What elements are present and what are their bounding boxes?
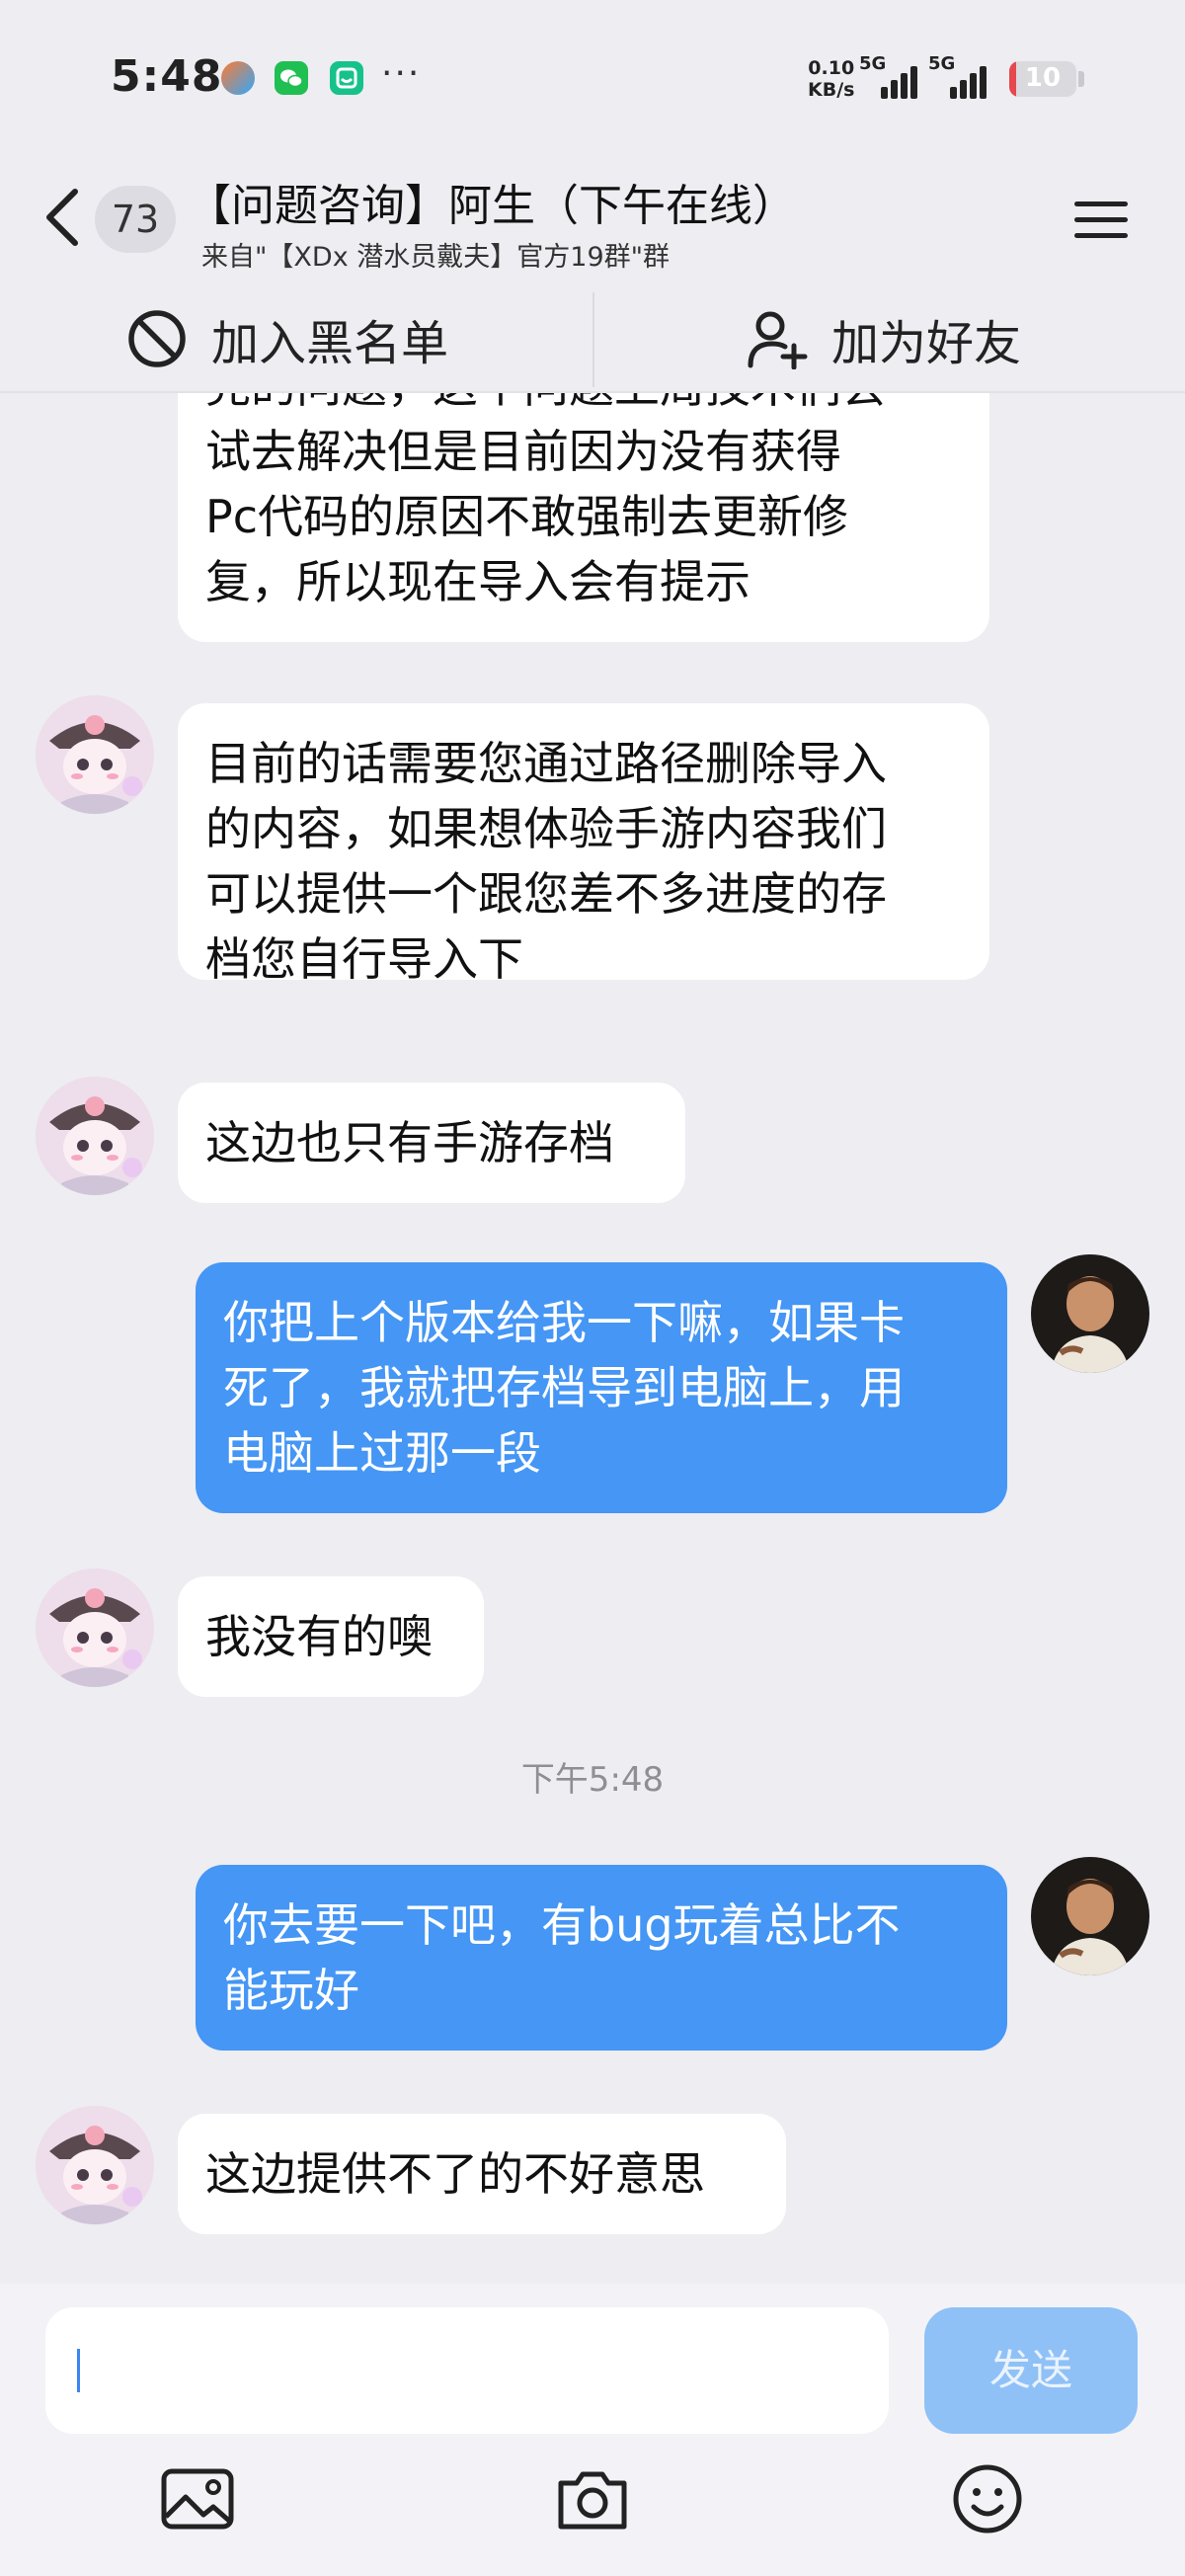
chevron-left-icon xyxy=(46,189,78,246)
input-bar: 发送 xyxy=(0,2284,1185,2576)
message-bubble[interactable]: 这边提供不了的不好意思 xyxy=(178,2114,786,2234)
message-line: 档您自行导入下 xyxy=(205,932,523,986)
status-time: 5:48 xyxy=(111,51,223,102)
my-avatar[interactable] xyxy=(1031,1254,1149,1373)
image-picker-button[interactable] xyxy=(158,2459,237,2538)
contact-avatar[interactable] xyxy=(36,1077,154,1195)
status-bar: 5:48 ··· 0.10 KB/s 5G 5G 10 xyxy=(0,0,1185,158)
menu-button[interactable] xyxy=(1068,192,1138,247)
unread-count-badge[interactable]: 73 xyxy=(95,186,176,253)
flower-app-icon xyxy=(221,61,255,95)
back-button[interactable] xyxy=(36,180,91,255)
message-line: 的内容，如果想体验手游内容我们 xyxy=(205,802,887,855)
contact-avatar[interactable] xyxy=(36,695,154,814)
my-avatar[interactable] xyxy=(1031,1857,1149,1975)
image-icon xyxy=(161,2468,234,2530)
message-bubble-mine[interactable]: 你去要一下吧，有bug玩着总比不 能玩好 xyxy=(196,1865,1007,2051)
add-to-blacklist-button[interactable]: 加入黑名单 xyxy=(126,284,448,393)
message-line: Pc代码的原因不敢强制去更新修 xyxy=(205,490,849,543)
battery-level: 10 xyxy=(1024,63,1062,93)
signal-1-icon: 5G xyxy=(859,53,922,101)
send-button[interactable]: 发送 xyxy=(924,2307,1138,2434)
network-speed-value: 0.10 xyxy=(808,57,855,79)
add-friend-label: 加为好友 xyxy=(831,316,1022,371)
notes-app-icon xyxy=(330,61,363,95)
anime-girl-avatar-image xyxy=(36,2106,154,2224)
wechat-icon xyxy=(275,61,308,95)
emoji-button[interactable] xyxy=(948,2459,1027,2538)
message-line: 试去解决但是目前因为没有获得 xyxy=(205,425,841,478)
message-line: 这边也只有手游存档 xyxy=(205,1116,614,1169)
message-line: 你把上个版本给我一下嘛，如果卡 xyxy=(223,1296,905,1349)
add-friend-button[interactable]: 加为好友 xyxy=(747,284,1021,393)
message-line: 可以提供一个跟您差不多进度的存 xyxy=(205,867,887,921)
message-bubble[interactable]: 目前的话需要您通过路径删除导入 的内容，如果想体验手游内容我们 可以提供一个跟您… xyxy=(178,703,989,986)
battery-icon: 10 xyxy=(1009,61,1076,97)
signal-2-icon: 5G xyxy=(928,53,991,101)
boy-photo-avatar-image xyxy=(1031,1857,1149,1975)
add-to-blacklist-label: 加入黑名单 xyxy=(211,316,449,371)
message-line: 能玩好 xyxy=(223,1964,359,2017)
camera-button[interactable] xyxy=(553,2459,632,2538)
network-speed-unit: KB/s xyxy=(808,79,855,101)
contact-avatar[interactable] xyxy=(36,1569,154,1687)
message-line: 这边提供不了的不好意思 xyxy=(205,2147,705,2201)
network-speed: 0.10 KB/s xyxy=(808,57,854,101)
chat-subtitle: 来自"【XDx 潜水员戴夫】官方19群"群 xyxy=(201,242,671,273)
message-line: 你去要一下吧，有bug玩着总比不 xyxy=(223,1898,901,1952)
chat-title[interactable]: 【问题咨询】阿生（下午在线） xyxy=(188,170,796,233)
camera-icon xyxy=(558,2471,627,2530)
emoji-icon xyxy=(953,2464,1022,2534)
action-divider xyxy=(592,292,594,387)
message-line: 我没有的噢 xyxy=(205,1610,433,1663)
message-line: 目前的话需要您通过路径删除导入 xyxy=(205,737,887,790)
message-input[interactable] xyxy=(45,2307,889,2434)
message-bubble[interactable]: 我没有的噢 xyxy=(178,1576,484,1697)
message-bubble[interactable]: 完的问题，这个问题上周技术们会 试去解决但是目前因为没有获得 Pc代码的原因不敢… xyxy=(178,393,989,642)
block-icon xyxy=(128,310,186,367)
boy-photo-avatar-image xyxy=(1031,1254,1149,1373)
text-caret xyxy=(77,2349,80,2392)
signal-1-label: 5G xyxy=(859,53,887,74)
anime-girl-avatar-image xyxy=(36,695,154,814)
message-line: 复，所以现在导入会有提示 xyxy=(205,555,750,608)
message-list[interactable]: 完的问题，这个问题上周技术们会 试去解决但是目前因为没有获得 Pc代码的原因不敢… xyxy=(0,393,1185,2284)
message-line: 完的问题，这个问题上周技术们会 xyxy=(205,393,962,419)
more-notifications-icon: ··· xyxy=(381,53,422,94)
message-timestamp: 下午5:48 xyxy=(520,1760,665,1800)
action-bar: 加入黑名单 加为好友 xyxy=(0,284,1185,393)
menu-icon xyxy=(1074,201,1128,206)
message-line: 死了，我就把存档导到电脑上，用 xyxy=(223,1361,905,1414)
message-bubble[interactable]: 这边也只有手游存档 xyxy=(178,1083,685,1203)
message-bubble-mine[interactable]: 你把上个版本给我一下嘛，如果卡 死了，我就把存档导到电脑上，用 电脑上过那一段 xyxy=(196,1262,1007,1513)
battery-cap xyxy=(1078,71,1084,87)
add-friend-icon xyxy=(748,311,808,369)
contact-avatar[interactable] xyxy=(36,2106,154,2224)
anime-girl-avatar-image xyxy=(36,1077,154,1195)
message-line: 电脑上过那一段 xyxy=(223,1426,541,1480)
anime-girl-avatar-image xyxy=(36,1569,154,1687)
chat-screen: 5:48 ··· 0.10 KB/s 5G 5G 10 73 【问题咨询】阿生（… xyxy=(0,0,1185,2576)
chat-header: 73 【问题咨询】阿生（下午在线） 来自"【XDx 潜水员戴夫】官方19群"群 xyxy=(0,158,1185,277)
signal-2-label: 5G xyxy=(928,53,956,74)
